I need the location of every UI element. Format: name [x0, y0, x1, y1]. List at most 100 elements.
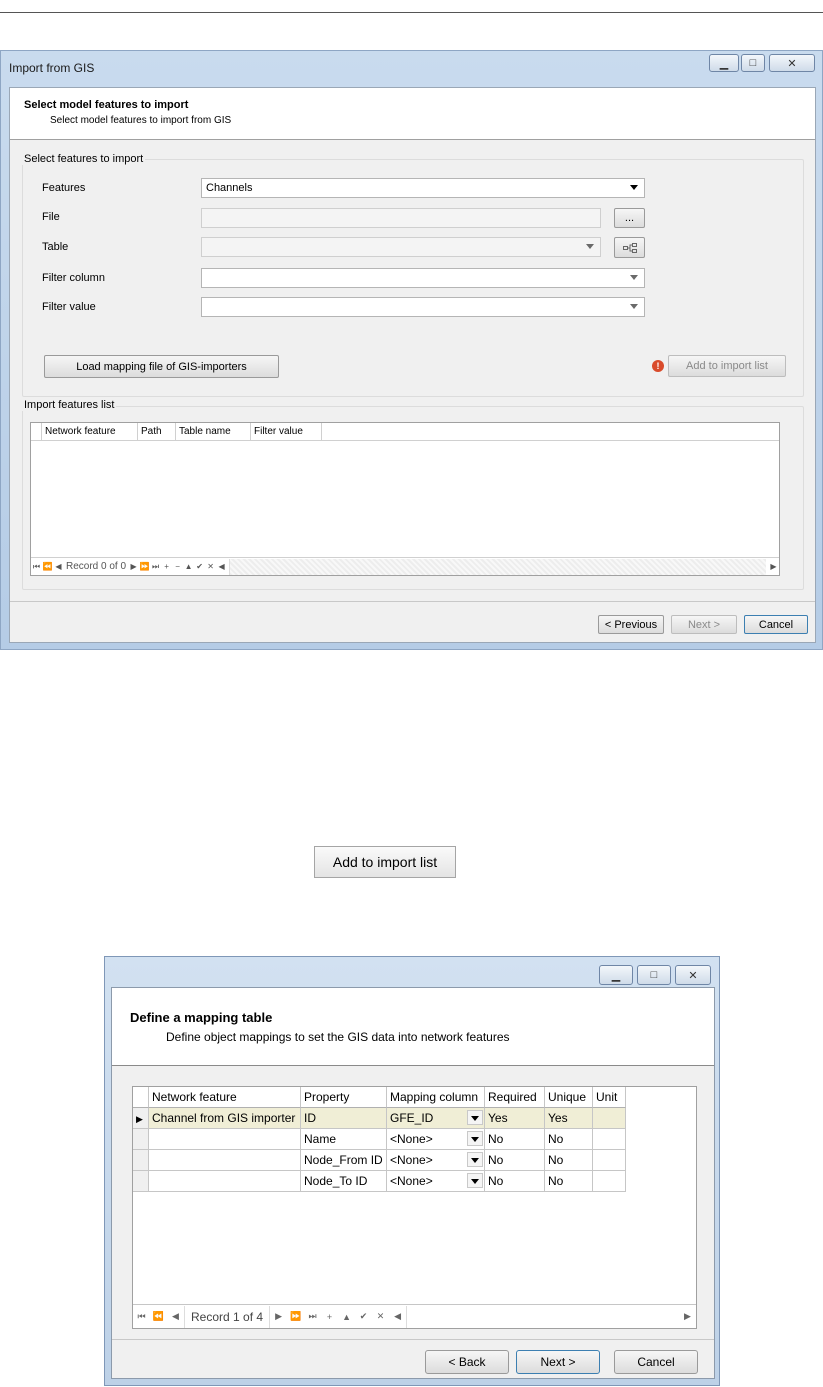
previous-page-icon[interactable]: ⏪ — [42, 562, 53, 571]
file-field[interactable] — [201, 208, 601, 228]
scroll-right-icon[interactable]: ▶ — [679, 1311, 696, 1322]
cell-unique[interactable]: Yes — [545, 1108, 593, 1129]
table-relations-button[interactable] — [614, 237, 645, 258]
add-to-import-list-button[interactable]: Add to import list — [668, 355, 786, 377]
chevron-down-icon[interactable] — [467, 1152, 483, 1167]
minimize-button[interactable]: ▁ — [599, 965, 633, 985]
cell-unit[interactable] — [593, 1108, 626, 1129]
cell-property[interactable]: Name — [301, 1129, 387, 1150]
table-row[interactable]: Name <None> No No — [133, 1129, 626, 1150]
scroll-right-icon[interactable]: ▶ — [768, 562, 779, 571]
cell-network-feature[interactable] — [149, 1150, 301, 1171]
column-header-property[interactable]: Property — [301, 1087, 387, 1108]
import-features-grid: Network feature Path Table name Filter v… — [30, 422, 780, 576]
next-button[interactable]: Next > — [516, 1350, 600, 1374]
cancel-edit-icon[interactable]: ✕ — [205, 562, 216, 571]
cancel-edit-icon[interactable]: ✕ — [372, 1311, 389, 1322]
maximize-button[interactable]: □ — [637, 965, 671, 985]
footer-divider — [10, 601, 815, 602]
chevron-down-icon[interactable] — [467, 1131, 483, 1146]
scroll-left-icon[interactable]: ◀ — [216, 562, 227, 571]
back-button[interactable]: < Back — [425, 1350, 509, 1374]
table-dropdown[interactable] — [201, 237, 601, 257]
next-page-icon[interactable]: ⏩ — [139, 562, 150, 571]
save-record-icon[interactable]: ✔ — [194, 562, 205, 571]
scroll-left-icon[interactable]: ◀ — [389, 1311, 406, 1322]
filter-value-dropdown[interactable] — [201, 297, 645, 317]
browse-file-button[interactable]: ... — [614, 208, 645, 228]
add-record-icon[interactable]: + — [161, 562, 172, 571]
cell-network-feature[interactable] — [149, 1129, 301, 1150]
add-to-import-list-button-zoomed[interactable]: Add to import list — [314, 846, 456, 878]
cell-mapping-column[interactable]: GFE_ID — [387, 1108, 485, 1129]
cell-required[interactable]: No — [485, 1171, 545, 1192]
horizontal-scrollbar[interactable] — [406, 1305, 679, 1328]
cell-unit[interactable] — [593, 1129, 626, 1150]
save-record-icon[interactable]: ✔ — [355, 1311, 372, 1322]
column-header-table-name[interactable]: Table name — [176, 423, 251, 440]
cell-network-feature[interactable] — [149, 1171, 301, 1192]
load-mapping-file-button[interactable]: Load mapping file of GIS-importers — [44, 355, 279, 378]
column-header-path[interactable]: Path — [138, 423, 176, 440]
previous-record-icon[interactable]: ◀ — [53, 562, 64, 571]
last-record-icon[interactable]: ⏭ — [304, 1311, 321, 1322]
column-header-mapping-column[interactable]: Mapping column — [387, 1087, 485, 1108]
column-header-required[interactable]: Required — [485, 1087, 545, 1108]
row-indicator — [133, 1129, 149, 1150]
next-record-icon[interactable]: ▶ — [128, 562, 139, 571]
maximize-button[interactable]: □ — [741, 54, 765, 72]
page-subtitle: Define object mappings to set the GIS da… — [166, 1030, 510, 1044]
column-header-unique[interactable]: Unique — [545, 1087, 593, 1108]
cell-mapping-column[interactable]: <None> — [387, 1171, 485, 1192]
previous-page-icon[interactable]: ⏪ — [150, 1311, 167, 1322]
select-features-group-title: Select features to import — [22, 153, 146, 165]
previous-button[interactable]: < Previous — [598, 615, 664, 634]
chevron-down-icon[interactable] — [467, 1110, 483, 1125]
first-record-icon[interactable]: ⏮ — [133, 1311, 150, 1322]
minimize-button[interactable]: ▁ — [709, 54, 739, 72]
add-record-icon[interactable]: + — [321, 1312, 338, 1322]
cell-required[interactable]: Yes — [485, 1108, 545, 1129]
cancel-button-label: Cancel — [758, 618, 794, 631]
cell-property[interactable]: Node_To ID — [301, 1171, 387, 1192]
last-record-icon[interactable]: ⏭ — [150, 562, 161, 572]
cell-unique[interactable]: No — [545, 1171, 593, 1192]
cell-unique[interactable]: No — [545, 1129, 593, 1150]
edit-record-icon[interactable]: ▲ — [183, 562, 194, 571]
table-row[interactable]: Node_From ID <None> No No — [133, 1150, 626, 1171]
close-button[interactable]: ✕ — [675, 965, 711, 985]
cancel-button[interactable]: Cancel — [614, 1350, 698, 1374]
table-row[interactable]: Node_To ID <None> No No — [133, 1171, 626, 1192]
next-record-icon[interactable]: ▶ — [270, 1311, 287, 1322]
next-page-icon[interactable]: ⏩ — [287, 1311, 304, 1322]
wizard-content: Select model features to import Select m… — [9, 87, 816, 643]
first-record-icon[interactable]: ⏮ — [31, 562, 42, 572]
column-header-unit[interactable]: Unit — [593, 1087, 626, 1108]
chevron-down-icon[interactable] — [467, 1173, 483, 1188]
cell-required[interactable]: No — [485, 1129, 545, 1150]
features-dropdown[interactable]: Channels — [201, 178, 645, 198]
chevron-down-icon — [630, 185, 638, 190]
filter-column-dropdown[interactable] — [201, 268, 645, 288]
table-row[interactable]: ▶ Channel from GIS importer ID GFE_ID Ye… — [133, 1108, 626, 1129]
cell-mapping-column[interactable]: <None> — [387, 1129, 485, 1150]
column-header-network-feature[interactable]: Network feature — [42, 423, 138, 440]
cell-network-feature[interactable]: Channel from GIS importer — [149, 1108, 301, 1129]
cell-unique[interactable]: No — [545, 1150, 593, 1171]
column-header-network-feature[interactable]: Network feature — [149, 1087, 301, 1108]
cell-unit[interactable] — [593, 1171, 626, 1192]
cell-property[interactable]: Node_From ID — [301, 1150, 387, 1171]
cancel-button[interactable]: Cancel — [744, 615, 808, 634]
edit-record-icon[interactable]: ▲ — [338, 1312, 355, 1322]
previous-record-icon[interactable]: ◀ — [167, 1311, 184, 1322]
close-button[interactable]: ✕ — [769, 54, 815, 72]
next-button[interactable]: Next > — [671, 615, 737, 634]
column-header-filter-value[interactable]: Filter value — [251, 423, 322, 440]
delete-record-icon[interactable]: − — [172, 562, 183, 571]
minimize-icon: ▁ — [611, 969, 621, 982]
cell-unit[interactable] — [593, 1150, 626, 1171]
cell-mapping-column[interactable]: <None> — [387, 1150, 485, 1171]
cell-property[interactable]: ID — [301, 1108, 387, 1129]
cell-required[interactable]: No — [485, 1150, 545, 1171]
horizontal-scrollbar[interactable] — [229, 558, 766, 575]
